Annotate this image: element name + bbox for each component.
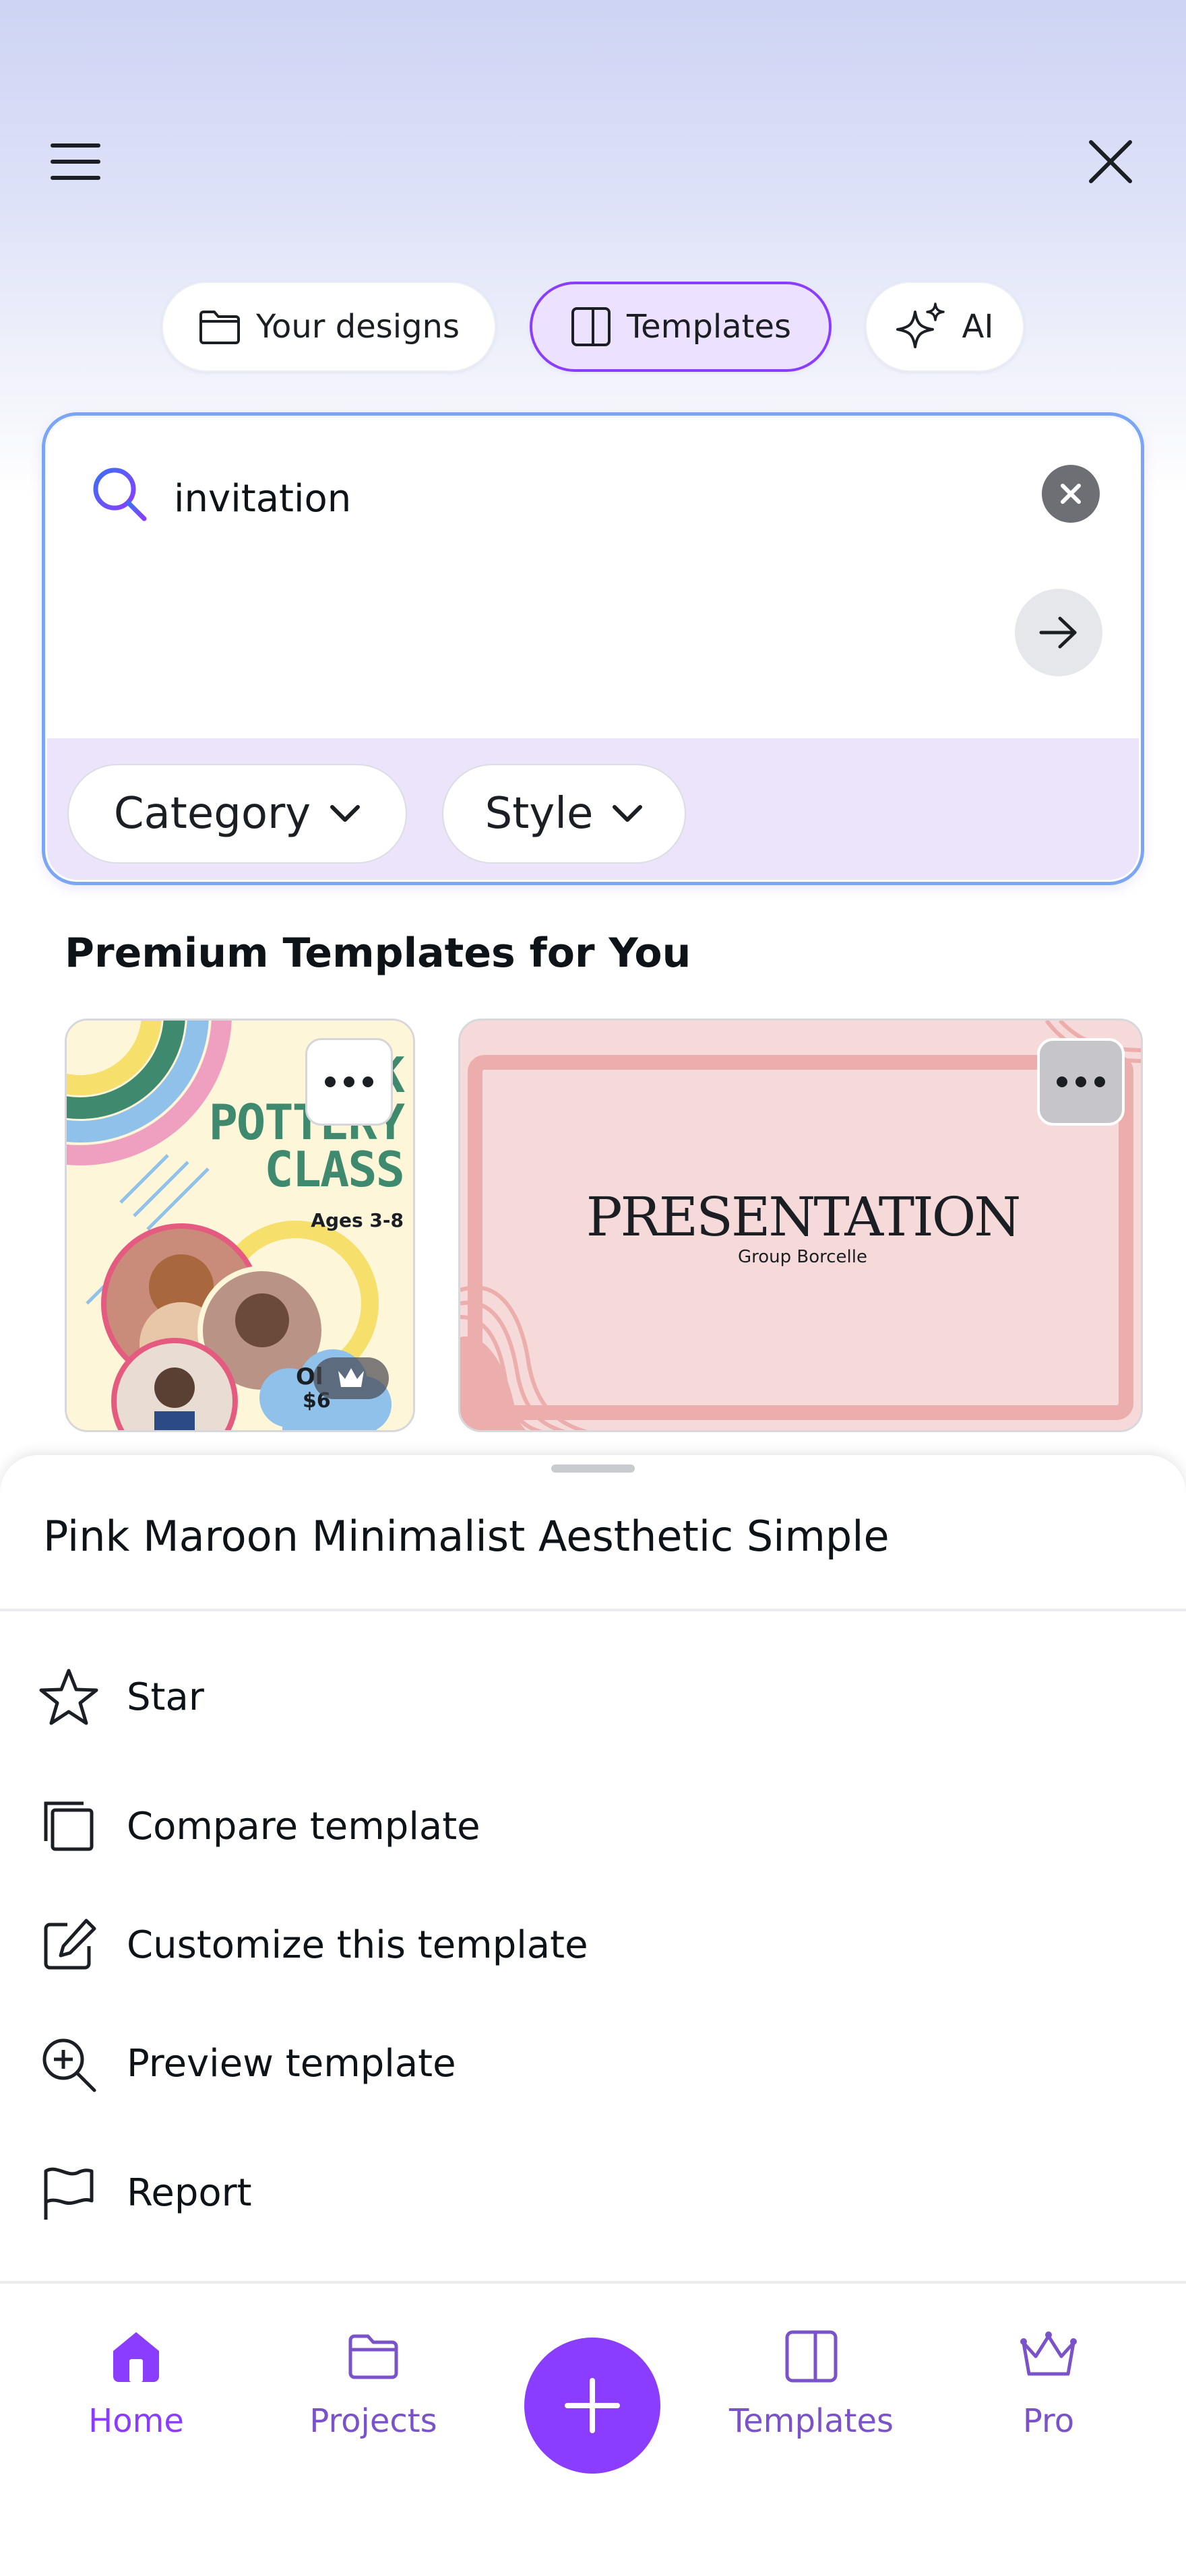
zoom-in-icon — [38, 2034, 100, 2093]
tab-your-designs[interactable]: Your designs — [162, 282, 496, 372]
search-panel: invitation Category Style — [44, 415, 1142, 882]
sparkle-icon — [896, 301, 947, 352]
crown-icon — [336, 1365, 367, 1391]
chevron-down-icon — [612, 804, 643, 823]
flag-icon — [38, 2163, 100, 2222]
more-horizontal-icon — [1055, 1075, 1106, 1089]
search-icon — [90, 465, 148, 523]
presentation-title: PRESENTATION — [586, 1186, 1022, 1248]
template-icon — [783, 2328, 840, 2385]
menu-item-label: Star — [127, 1675, 204, 1719]
nav-templates[interactable]: Templates — [710, 2328, 912, 2476]
tab-label: Templates — [626, 308, 792, 346]
edit-icon — [38, 1915, 100, 1974]
tab-label: AI — [962, 308, 994, 346]
sheet-drag-handle[interactable] — [551, 1464, 635, 1473]
filter-label: Style — [485, 789, 594, 839]
preview-template-option[interactable]: Preview template — [38, 2013, 1143, 2114]
template-card-pottery[interactable]: Ol $6 K POTTERY CLASS Ages 3-8 — [65, 1019, 415, 1432]
menu-item-label: Compare template — [127, 1804, 480, 1848]
search-input[interactable]: invitation — [174, 477, 351, 521]
nav-label: Templates — [728, 2402, 894, 2440]
report-option[interactable]: Report — [38, 2142, 1143, 2243]
divider — [0, 1609, 1186, 1611]
filter-label: Category — [113, 789, 311, 839]
nav-home[interactable]: Home — [35, 2328, 237, 2476]
sheet-title: Pink Maroon Minimalist Aesthetic Simple — [43, 1512, 890, 1561]
submit-search-button[interactable] — [1015, 589, 1102, 676]
folder-icon — [345, 2328, 402, 2385]
presentation-subtitle: Group Borcelle — [737, 1247, 868, 1267]
customize-template-option[interactable]: Customize this template — [38, 1894, 1143, 1995]
more-horizontal-icon — [323, 1075, 375, 1089]
star-option[interactable]: Star — [38, 1646, 1143, 1747]
compare-template-option[interactable]: Compare template — [38, 1776, 1143, 1877]
plus-icon — [562, 2375, 623, 2436]
menu-item-label: Report — [127, 2170, 252, 2215]
template-more-button[interactable] — [305, 1038, 393, 1126]
menu-item-label: Customize this template — [127, 1923, 588, 1967]
compare-icon — [38, 1797, 100, 1856]
template-card-presentation[interactable]: PRESENTATION Group Borcelle — [458, 1019, 1143, 1432]
clear-search-button[interactable] — [1042, 465, 1100, 523]
template-icon — [570, 306, 612, 348]
tab-ai[interactable]: AI — [865, 282, 1024, 372]
hamburger-menu-icon[interactable] — [38, 132, 113, 191]
create-button[interactable] — [524, 2338, 660, 2474]
home-icon — [108, 2328, 164, 2385]
nav-label: Home — [88, 2402, 184, 2440]
section-title: Premium Templates for You — [65, 930, 691, 977]
nav-label: Projects — [309, 2402, 437, 2440]
category-filter[interactable]: Category — [67, 764, 407, 864]
star-icon — [38, 1667, 100, 1727]
premium-badge — [313, 1357, 389, 1399]
crown-icon — [1018, 2328, 1079, 2385]
template-more-button[interactable] — [1037, 1038, 1125, 1126]
search-area — [47, 418, 1139, 738]
arrow-right-icon — [1038, 616, 1079, 649]
poster-line: CLASS — [264, 1141, 405, 1198]
style-filter[interactable]: Style — [442, 764, 686, 864]
menu-item-label: Preview template — [127, 2041, 456, 2086]
nav-label: Pro — [1022, 2402, 1075, 2440]
folder-icon — [198, 308, 241, 346]
poster-ages: Ages 3-8 — [311, 1209, 404, 1231]
clear-icon — [1059, 482, 1082, 505]
tab-label: Your designs — [256, 308, 460, 346]
nav-projects[interactable]: Projects — [272, 2328, 474, 2476]
close-icon[interactable] — [1073, 132, 1148, 191]
nav-pro[interactable]: Pro — [947, 2328, 1150, 2476]
tab-templates[interactable]: Templates — [530, 282, 832, 372]
chevron-down-icon — [330, 804, 361, 823]
